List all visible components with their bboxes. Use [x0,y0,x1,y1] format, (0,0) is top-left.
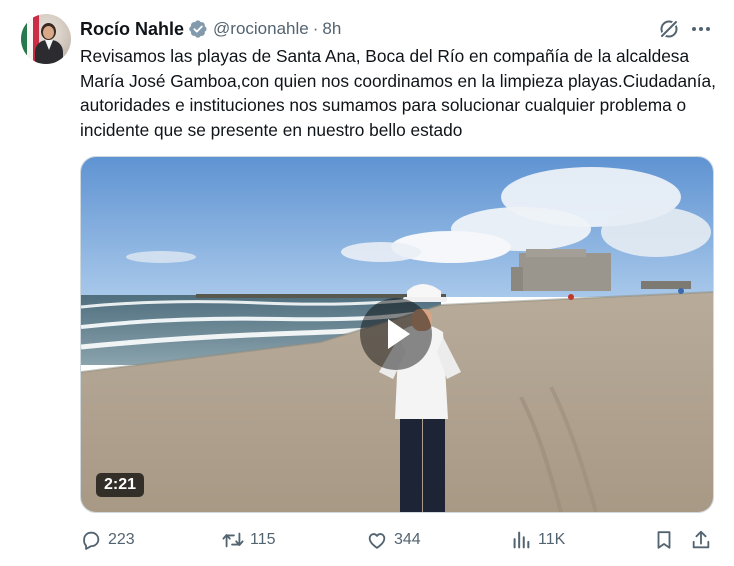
tweet-text: Revisamos las playas de Santa Ana, Boca … [80,46,716,140]
tweet: Rocío Nahle @rocionahle · 8h Revisamos l… [0,0,734,566]
separator-dot: · [312,19,319,38]
reply-icon [83,531,100,550]
grok-icon[interactable] [657,17,681,41]
author-name[interactable]: Rocío Nahle [80,19,184,40]
video-player[interactable]: 2:21 [80,156,714,513]
bookmark-button[interactable] [653,526,675,554]
repost-icon [222,532,244,548]
verified-badge-icon[interactable] [188,19,208,39]
avatar[interactable] [21,14,71,64]
avatar-face [43,26,54,39]
views-count: 11K [538,531,566,548]
author-handle[interactable]: @rocionahle [213,19,309,39]
play-button[interactable] [360,298,432,370]
reply-count: 223 [108,531,135,548]
share-icon [692,530,710,549]
action-bar: 223 115 344 11K [0,526,734,554]
post-time[interactable]: 8h [322,19,341,39]
repost-button[interactable]: 115 [222,526,276,554]
like-button[interactable]: 344 [366,526,421,554]
heart-icon [368,533,386,549]
views-chart-icon [513,531,530,549]
views-button[interactable]: 11K [510,526,565,554]
more-options-icon[interactable] [689,17,713,41]
video-duration: 2:21 [96,473,145,497]
reply-button[interactable]: 223 [80,526,135,554]
bookmark-icon [657,531,671,549]
repost-count: 115 [250,531,276,548]
tweet-header: Rocío Nahle @rocionahle · 8h [80,17,341,41]
share-button[interactable] [690,526,712,554]
like-count: 344 [394,531,421,548]
